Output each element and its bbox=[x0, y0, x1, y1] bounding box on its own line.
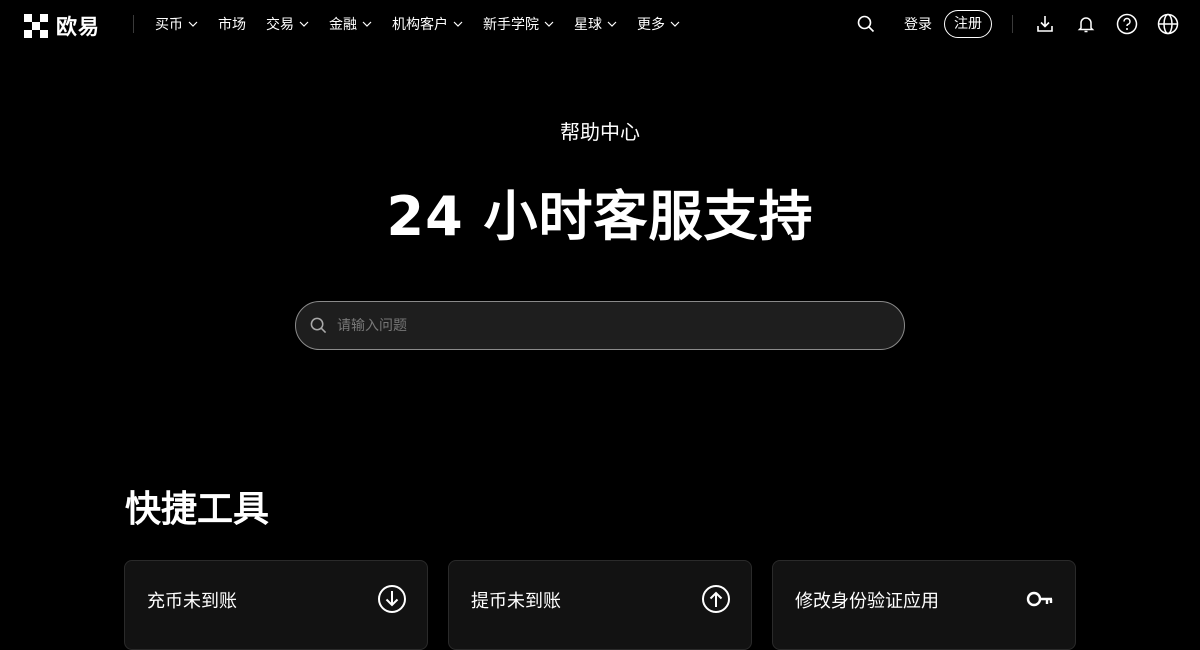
brand-logo[interactable]: 欧易 bbox=[24, 11, 100, 41]
menu-item-learn[interactable]: 新手学院 bbox=[483, 14, 554, 34]
menu-item-planet[interactable]: 星球 bbox=[574, 14, 617, 34]
globe-icon[interactable] bbox=[1156, 12, 1180, 36]
menu-item-label: 买币 bbox=[155, 17, 183, 33]
menu-item-label: 星球 bbox=[574, 17, 602, 33]
help-icon[interactable] bbox=[1115, 12, 1139, 36]
menu-item-label: 交易 bbox=[266, 17, 294, 33]
help-search-bar[interactable] bbox=[295, 301, 905, 350]
menu-item-trade[interactable]: 交易 bbox=[266, 14, 309, 34]
menu-item-label: 金融 bbox=[329, 17, 357, 33]
brand-name: 欧易 bbox=[56, 15, 100, 39]
chevron-down-icon bbox=[453, 21, 463, 27]
top-navbar: 欧易 买币 市场 交易 金融 机构客户 新手学院 星球 更多 登录 注册 bbox=[0, 0, 1200, 48]
chevron-down-icon bbox=[607, 21, 617, 27]
quick-tool-card-deposit[interactable]: 充币未到账 bbox=[124, 560, 428, 650]
download-icon[interactable] bbox=[1033, 12, 1057, 36]
quick-tool-card-withdraw[interactable]: 提币未到账 bbox=[448, 560, 752, 650]
chevron-down-icon bbox=[299, 21, 309, 27]
quick-tools-cards: 充币未到账 提币未到账 修改身份验证应用 bbox=[124, 560, 1076, 650]
page-title: 24 小时客服支持 bbox=[386, 185, 814, 248]
chevron-down-icon bbox=[670, 21, 680, 27]
register-button[interactable]: 注册 bbox=[944, 10, 992, 38]
card-label: 修改身份验证应用 bbox=[795, 591, 939, 612]
menu-item-label: 新手学院 bbox=[483, 17, 539, 33]
menu-item-more[interactable]: 更多 bbox=[637, 14, 680, 34]
search-icon[interactable] bbox=[854, 12, 878, 36]
nav-actions: 登录 注册 bbox=[854, 0, 1180, 48]
quick-tool-card-authenticator[interactable]: 修改身份验证应用 bbox=[772, 560, 1076, 650]
main-menu: 买币 市场 交易 金融 机构客户 新手学院 星球 更多 bbox=[155, 0, 680, 48]
bell-icon[interactable] bbox=[1074, 12, 1098, 36]
menu-item-label: 更多 bbox=[637, 17, 665, 33]
chevron-down-icon bbox=[544, 21, 554, 27]
menu-item-market[interactable]: 市场 bbox=[218, 14, 246, 34]
page-subtitle: 帮助中心 bbox=[560, 120, 640, 144]
search-icon bbox=[310, 317, 327, 334]
search-input[interactable] bbox=[337, 317, 877, 334]
chevron-down-icon bbox=[188, 21, 198, 27]
menu-item-finance[interactable]: 金融 bbox=[329, 14, 372, 34]
login-link[interactable]: 登录 bbox=[904, 14, 932, 34]
card-label: 提币未到账 bbox=[471, 591, 561, 612]
menu-item-buy-crypto[interactable]: 买币 bbox=[155, 14, 198, 34]
menu-item-institutional[interactable]: 机构客户 bbox=[392, 14, 463, 34]
nav-divider bbox=[133, 15, 134, 33]
menu-item-label: 机构客户 bbox=[392, 17, 448, 33]
menu-item-label: 市场 bbox=[218, 17, 246, 33]
nav-divider bbox=[1012, 15, 1013, 33]
okx-logo-icon bbox=[24, 14, 48, 38]
card-label: 充币未到账 bbox=[147, 591, 237, 612]
chevron-down-icon bbox=[362, 21, 372, 27]
quick-tools-title: 快捷工具 bbox=[125, 489, 270, 530]
